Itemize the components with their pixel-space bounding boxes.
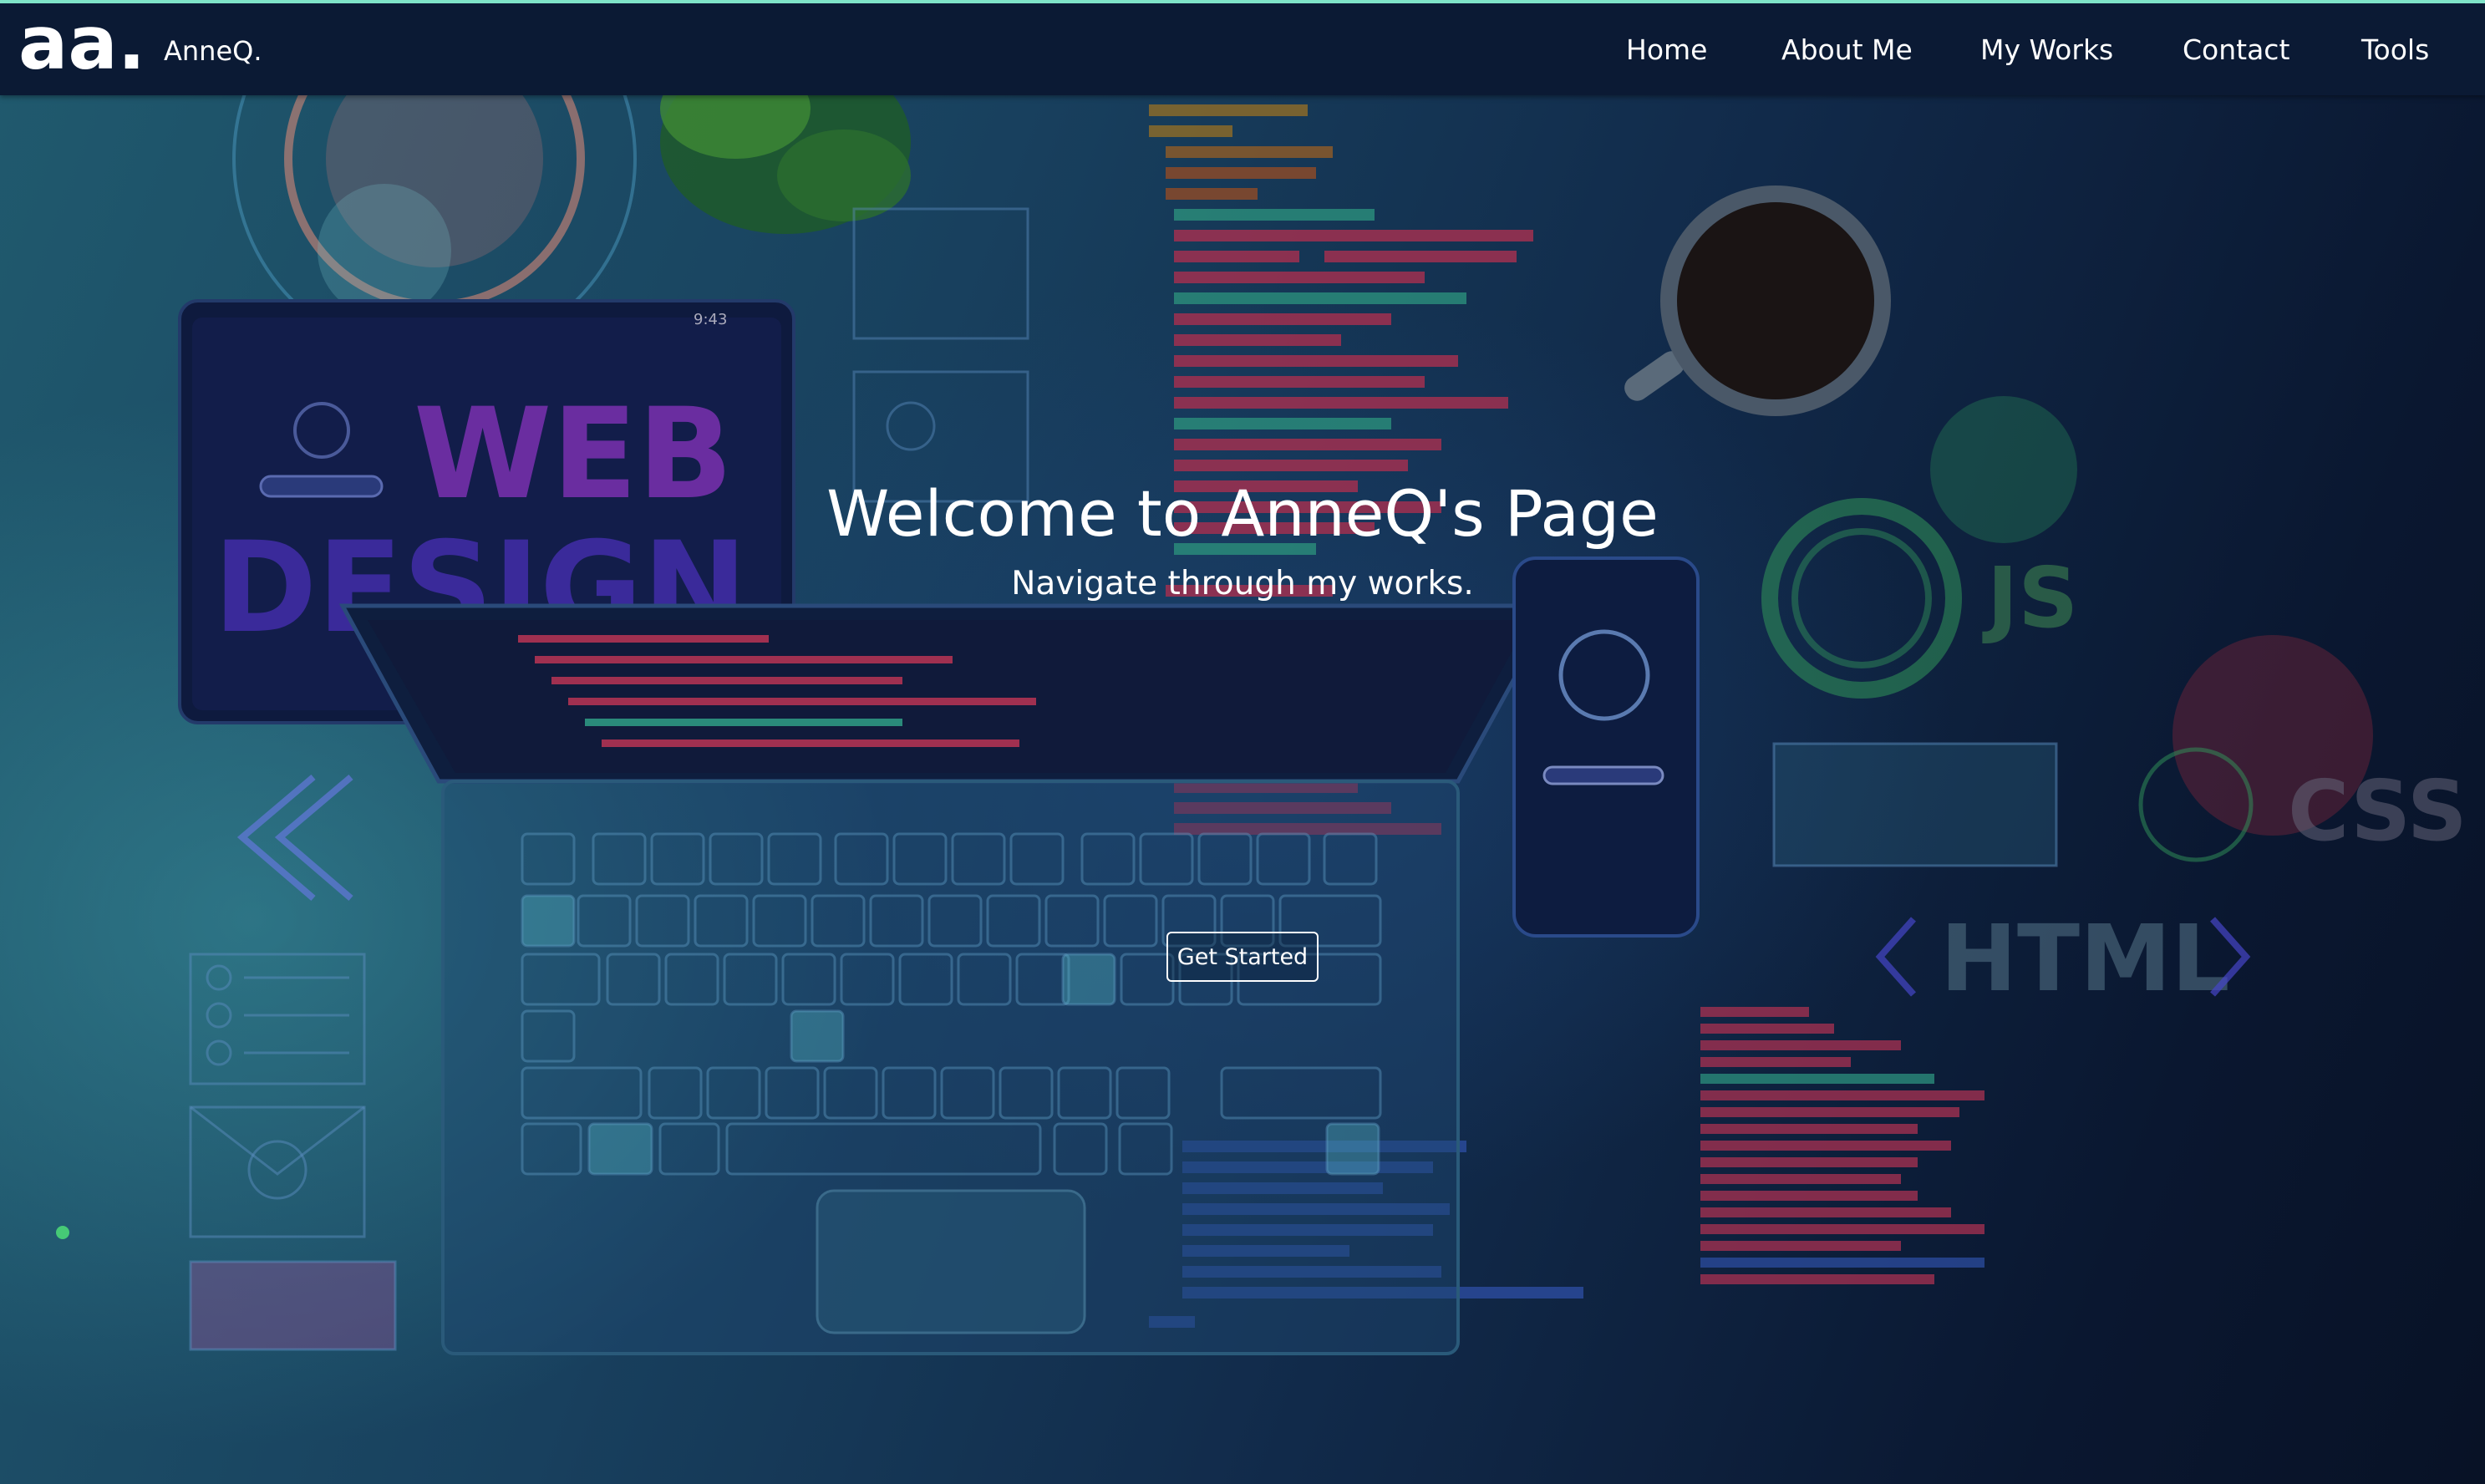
nav-my-works[interactable]: My Works [1980, 33, 2113, 66]
hero-background: 9:43 WEB DESIGN JS CSS HTML [0, 0, 2485, 1484]
hero-subtitle: Navigate through my works. [1011, 565, 1474, 602]
logo-text: aa. [18, 15, 144, 82]
tag-html: HTML [1940, 905, 2230, 1012]
checklist-icon [189, 953, 366, 1085]
brand-name[interactable]: AnneQ. [164, 35, 262, 67]
chevron-left-icon [1875, 917, 1916, 997]
tag-css: CSS [2288, 762, 2467, 860]
phone-graphic [1512, 556, 1700, 938]
video-envelope-icon [189, 1105, 366, 1238]
nav-about-me[interactable]: About Me [1781, 33, 1913, 66]
tablet-time: 9:43 [694, 311, 727, 328]
top-navigation-bar: aa. AnneQ. Home About Me My Works Contac… [0, 0, 2485, 95]
coffee-cup-icon [1624, 186, 1891, 416]
nav-home[interactable]: Home [1626, 33, 1707, 66]
hero-title: Welcome to AnneQ's Page [826, 476, 1659, 551]
hero-illustration: 9:43 WEB DESIGN JS CSS HTML [56, 0, 2467, 1355]
nav-tools[interactable]: Tools [2361, 33, 2429, 66]
logo-icon[interactable]: aa. [18, 15, 144, 82]
get-started-button[interactable]: Get Started [1166, 932, 1319, 982]
nav-contact[interactable]: Contact [2183, 33, 2289, 66]
code-column-right [1700, 1007, 1984, 1284]
laptop-graphic [338, 603, 1558, 1355]
